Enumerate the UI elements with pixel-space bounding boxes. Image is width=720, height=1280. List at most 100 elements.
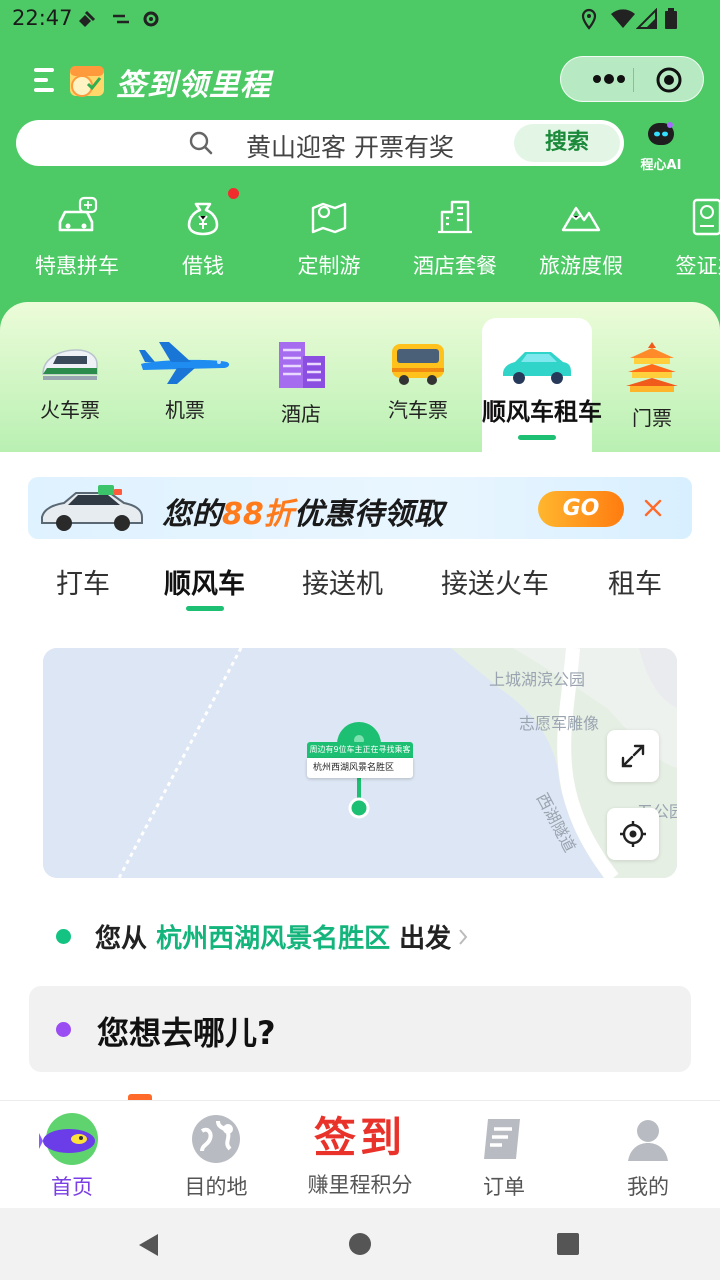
nav-label: 订单 — [483, 1175, 525, 1199]
map-pin-icon — [311, 202, 347, 234]
tab-train-transfer[interactable]: 接送火车 — [441, 562, 549, 601]
promo-banner[interactable]: 您的88折优惠待领取 GO — [28, 477, 692, 539]
car-icon — [503, 352, 571, 384]
map-place-label: 志愿军雕像 — [519, 714, 600, 733]
passport-icon — [692, 198, 720, 236]
status-bar: 22:47 — [0, 0, 720, 38]
nav-label: 首页 — [51, 1175, 93, 1199]
home-blimp-icon — [39, 1113, 98, 1165]
category-bus[interactable]: 汽车票 — [360, 312, 476, 452]
hotel-building-icon — [279, 342, 325, 388]
notification-dot — [228, 188, 239, 199]
nav-destination[interactable]: 目的地 — [144, 1111, 288, 1201]
checkin-badge-text: 签到 — [313, 1113, 406, 1162]
search-bar[interactable]: 黄山迎客 开票有奖 搜索 — [16, 120, 624, 166]
pickup-place-name: 杭州西湖风景名胜区 — [307, 758, 413, 778]
wifi-icon — [611, 9, 635, 28]
promo-text: 您的88折优惠待领取 — [162, 497, 444, 532]
mountain-icon — [561, 206, 601, 232]
quick-item-hotel-package[interactable]: 酒店套餐 — [392, 196, 518, 280]
quick-item-label: 签证办 — [675, 254, 720, 278]
temple-icon — [626, 342, 678, 392]
nav-label: 我的 — [627, 1175, 669, 1199]
settings-icon — [143, 11, 159, 27]
close-icon[interactable] — [640, 495, 666, 521]
quick-item-visa[interactable]: 签证办 — [644, 196, 720, 280]
back-icon[interactable] — [136, 1232, 162, 1258]
quick-item-carpool[interactable]: 特惠拼车 — [14, 196, 140, 280]
destination-icon — [192, 1115, 240, 1163]
pickup-row[interactable]: 您从 杭州西湖风景名胜区 出发 — [56, 918, 469, 958]
locate-me-button[interactable] — [607, 808, 659, 860]
page-title: 签到领里程 — [116, 68, 271, 103]
tab-taxi[interactable]: 打车 — [56, 562, 110, 601]
tab-rideshare[interactable]: 顺风车 — [164, 562, 245, 611]
recents-icon[interactable] — [556, 1232, 580, 1256]
map-view[interactable]: 上城湖滨公园 志愿军雕像 西湖隧道 五公园 周边有9位车主正在寻找乘客 杭州西湖… — [43, 648, 677, 878]
status-time: 22:47 — [12, 6, 73, 30]
signal-icon — [636, 8, 657, 29]
category-label: 门票 — [632, 406, 672, 430]
nav-checkin[interactable]: 签到 赚里程积分 — [288, 1111, 432, 1199]
service-tabs: 打车 顺风车 接送机 接送火车 租车 — [0, 562, 720, 612]
promo-go-button[interactable]: GO — [538, 491, 624, 527]
ai-assistant-label: 程心AI — [640, 158, 682, 173]
quick-item-loan[interactable]: 借钱 — [140, 196, 266, 280]
destination-placeholder: 您想去哪儿? — [97, 1014, 276, 1052]
category-flight[interactable]: 机票 — [127, 312, 243, 452]
active-tab-indicator — [185, 606, 224, 611]
orders-icon — [484, 1119, 520, 1159]
category-label: 酒店 — [281, 402, 321, 426]
bus-icon — [392, 344, 444, 385]
quick-item-vacation[interactable]: 旅游度假 — [518, 196, 644, 280]
expand-icon — [621, 744, 645, 768]
chevron-right-icon — [459, 928, 468, 945]
capsule-divider — [633, 68, 634, 92]
ai-assistant-button[interactable]: 程心AI — [634, 120, 688, 173]
category-label: 顺风车租车 — [482, 398, 602, 426]
quick-item-custom-tour[interactable]: 定制游 — [266, 196, 392, 280]
nav-home[interactable]: 首页 — [0, 1111, 144, 1201]
search-placeholder: 黄山迎客 开票有奖 — [246, 133, 454, 162]
category-label: 汽车票 — [388, 398, 448, 422]
quick-item-label: 旅游度假 — [539, 254, 623, 278]
search-button[interactable]: 搜索 — [514, 124, 620, 162]
robot-icon — [648, 122, 674, 145]
building-icon — [438, 200, 472, 234]
category-label: 机票 — [165, 398, 205, 422]
close-mini-program-icon[interactable] — [655, 66, 683, 94]
quick-menu: 特惠拼车 借钱 定制游 酒店套餐 旅游度假 签证办 — [0, 188, 720, 286]
search-icon — [189, 131, 213, 155]
promo-car-icon — [41, 485, 143, 531]
carpool-icon — [58, 196, 98, 232]
category-rideshare-rental[interactable]: 顺风车租车 — [482, 318, 602, 452]
map-location-callout[interactable]: 周边有9位车主正在寻找乘客 杭州西湖风景名胜区 — [307, 742, 413, 778]
nav-orders[interactable]: 订单 — [432, 1111, 576, 1201]
tab-car-rental[interactable]: 租车 — [608, 562, 662, 601]
train-icon — [42, 349, 98, 380]
home-circle-icon[interactable] — [348, 1232, 372, 1256]
map-place-label: 上城湖滨公园 — [489, 670, 586, 689]
nav-label: 赚里程积分 — [307, 1173, 413, 1197]
expand-map-button[interactable] — [607, 730, 659, 782]
category-hotel[interactable]: 酒店 — [243, 312, 359, 452]
nav-label: 目的地 — [184, 1175, 248, 1199]
nav-profile[interactable]: 我的 — [576, 1111, 720, 1201]
pickup-dot — [56, 929, 71, 944]
tab-airport-transfer[interactable]: 接送机 — [302, 562, 383, 601]
more-dots-icon[interactable] — [587, 67, 631, 91]
category-train[interactable]: 火车票 — [12, 312, 128, 452]
menu-icon[interactable] — [34, 66, 56, 94]
bottom-navigation: 首页 目的地 签到 赚里程积分 订单 我的 — [0, 1100, 720, 1208]
destination-dot — [56, 1022, 71, 1037]
destination-input[interactable]: 您想去哪儿? — [29, 986, 691, 1072]
airplane-icon — [139, 342, 230, 384]
profile-icon — [628, 1120, 668, 1161]
category-tickets[interactable]: 门票 — [594, 312, 710, 452]
mini-program-capsule — [560, 56, 704, 102]
system-navigation-bar — [0, 1208, 720, 1280]
nearby-drivers-note: 周边有9位车主正在寻找乘客 — [307, 742, 413, 758]
quick-item-label: 酒店套餐 — [413, 254, 497, 278]
calendar-logo-icon — [70, 66, 104, 97]
quick-item-label: 特惠拼车 — [35, 254, 119, 278]
